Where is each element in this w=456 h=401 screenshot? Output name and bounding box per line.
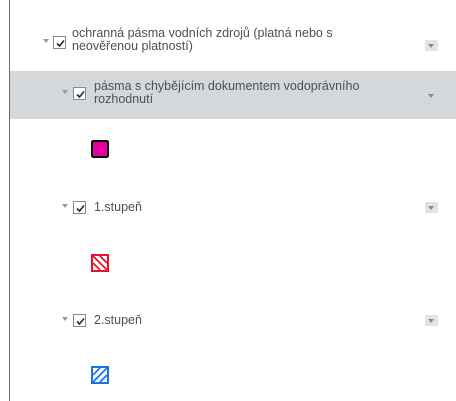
dropdown-icon[interactable] xyxy=(425,315,438,326)
layer-label: 2.stupeň xyxy=(94,313,142,327)
dropdown-icon[interactable] xyxy=(425,90,438,101)
layer-row-pasma-chybejici[interactable]: pásma s chybějícím dokumentem vodoprávní… xyxy=(10,71,456,119)
layer-row-1-stupen[interactable]: 1.stupeň xyxy=(10,197,456,219)
layer-label: pásma s chybějícím dokumentem vodoprávní… xyxy=(94,79,360,106)
checkmark-icon xyxy=(76,317,85,326)
caret-down-icon[interactable] xyxy=(62,204,68,208)
caret-down-icon[interactable] xyxy=(43,39,49,43)
layer-tree-panel: ochranná pásma vodních zdrojů (platná ne… xyxy=(9,0,456,401)
layer-label: 1.stupeň xyxy=(94,200,142,214)
checkmark-icon xyxy=(76,90,85,99)
layer-row-ochranna-pasma[interactable]: ochranná pásma vodních zdrojů (platná ne… xyxy=(10,22,456,62)
legend-swatch-hatched-blue xyxy=(91,366,109,384)
legend-swatch-solid xyxy=(91,140,109,158)
layer-checkbox[interactable] xyxy=(53,36,66,49)
checkmark-icon xyxy=(56,39,65,48)
layer-checkbox[interactable] xyxy=(73,201,86,214)
layer-label: ochranná pásma vodních zdrojů (platná ne… xyxy=(72,26,333,53)
dropdown-icon[interactable] xyxy=(425,202,438,213)
layer-row-2-stupen[interactable]: 2.stupeň xyxy=(10,310,456,332)
layer-checkbox[interactable] xyxy=(73,314,86,327)
caret-down-icon[interactable] xyxy=(62,317,68,321)
caret-down-icon[interactable] xyxy=(62,90,68,94)
layer-checkbox[interactable] xyxy=(73,87,86,100)
dropdown-icon[interactable] xyxy=(425,40,438,51)
checkmark-icon xyxy=(76,204,85,213)
legend-swatch-hatched-red xyxy=(91,254,109,272)
